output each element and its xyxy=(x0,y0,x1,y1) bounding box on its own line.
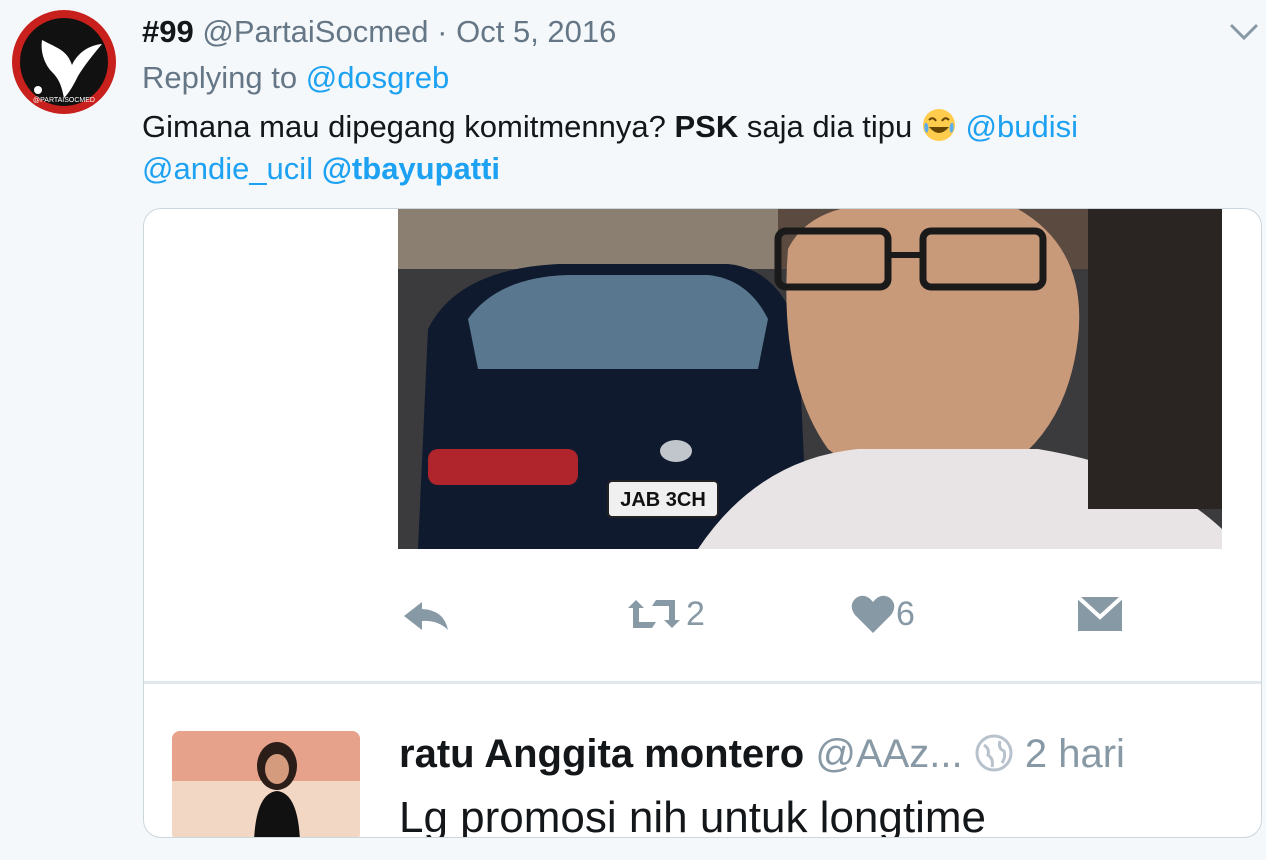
quote-avatar-illustration xyxy=(172,731,360,837)
mention-andie-ucil[interactable]: @andie_ucil xyxy=(142,151,313,186)
replying-to-handle[interactable]: @dosgreb xyxy=(306,60,450,95)
tweet-number[interactable]: #99 xyxy=(142,14,194,49)
tweet-text: Gimana mau dipegang komitmennya? PSK saj… xyxy=(142,106,1232,190)
like-button[interactable]: 6 xyxy=(850,589,915,639)
avatar[interactable]: @PARTAISOCMED xyxy=(12,10,116,114)
retweet-count: 2 xyxy=(686,594,705,633)
quote-author-name[interactable]: ratu Anggita montero xyxy=(399,732,804,776)
license-plate: JAB 3CH xyxy=(620,489,706,511)
quote-avatar-photo xyxy=(172,731,360,837)
retweet-icon xyxy=(628,600,680,628)
reply-icon xyxy=(404,602,448,630)
tweet-date[interactable]: Oct 5, 2016 xyxy=(456,14,616,49)
car-selfie-photo: JAB 3CH xyxy=(398,209,1222,549)
photo-illustration: JAB 3CH xyxy=(398,209,1222,549)
replying-to-label: Replying to xyxy=(142,60,298,95)
quote-author-handle[interactable]: @AAz... xyxy=(815,732,962,776)
quote-time: 2 hari xyxy=(1024,732,1125,776)
mention-budisi[interactable]: @budisi xyxy=(966,109,1078,144)
quote-header: ratu Anggita montero @AAz... 2 hari xyxy=(399,729,1125,779)
embedded-actions: 2 6 xyxy=(398,589,1222,639)
mention-tbayupatti[interactable]: @tbayupatti xyxy=(322,151,500,186)
heart-icon xyxy=(851,595,895,633)
reply-button[interactable] xyxy=(398,589,452,639)
tweet-text-part1: Gimana mau dipegang komitmennya? xyxy=(142,109,675,144)
tweet-header: #99 @PartaiSocmed · Oct 5, 2016 xyxy=(142,12,616,52)
tweet-text-part2: saja dia tipu xyxy=(738,109,921,144)
message-icon xyxy=(1076,595,1124,631)
globe-icon xyxy=(975,734,1013,772)
replying-to-line: Replying to @dosgreb xyxy=(142,60,449,96)
laughing-emoji-icon xyxy=(922,109,955,141)
media-card[interactable]: JAB 3CH 2 6 ratu Anggita montero @AAz...… xyxy=(143,208,1262,838)
message-button[interactable] xyxy=(1074,589,1126,639)
user-handle[interactable]: @PartaiSocmed xyxy=(202,14,428,49)
chevron-down-icon[interactable] xyxy=(1226,14,1262,50)
tweet-text-bold: PSK xyxy=(674,109,739,144)
quote-text: Lg promosi nih untuk longtime xyxy=(399,793,986,838)
bird-logo-icon: @PARTAISOCMED xyxy=(20,18,108,106)
card-divider xyxy=(144,681,1261,684)
avatar-text: @PARTAISOCMED xyxy=(33,97,95,104)
separator-dot: · xyxy=(437,14,448,49)
retweet-button[interactable]: 2 xyxy=(622,589,705,639)
like-count: 6 xyxy=(896,594,915,633)
